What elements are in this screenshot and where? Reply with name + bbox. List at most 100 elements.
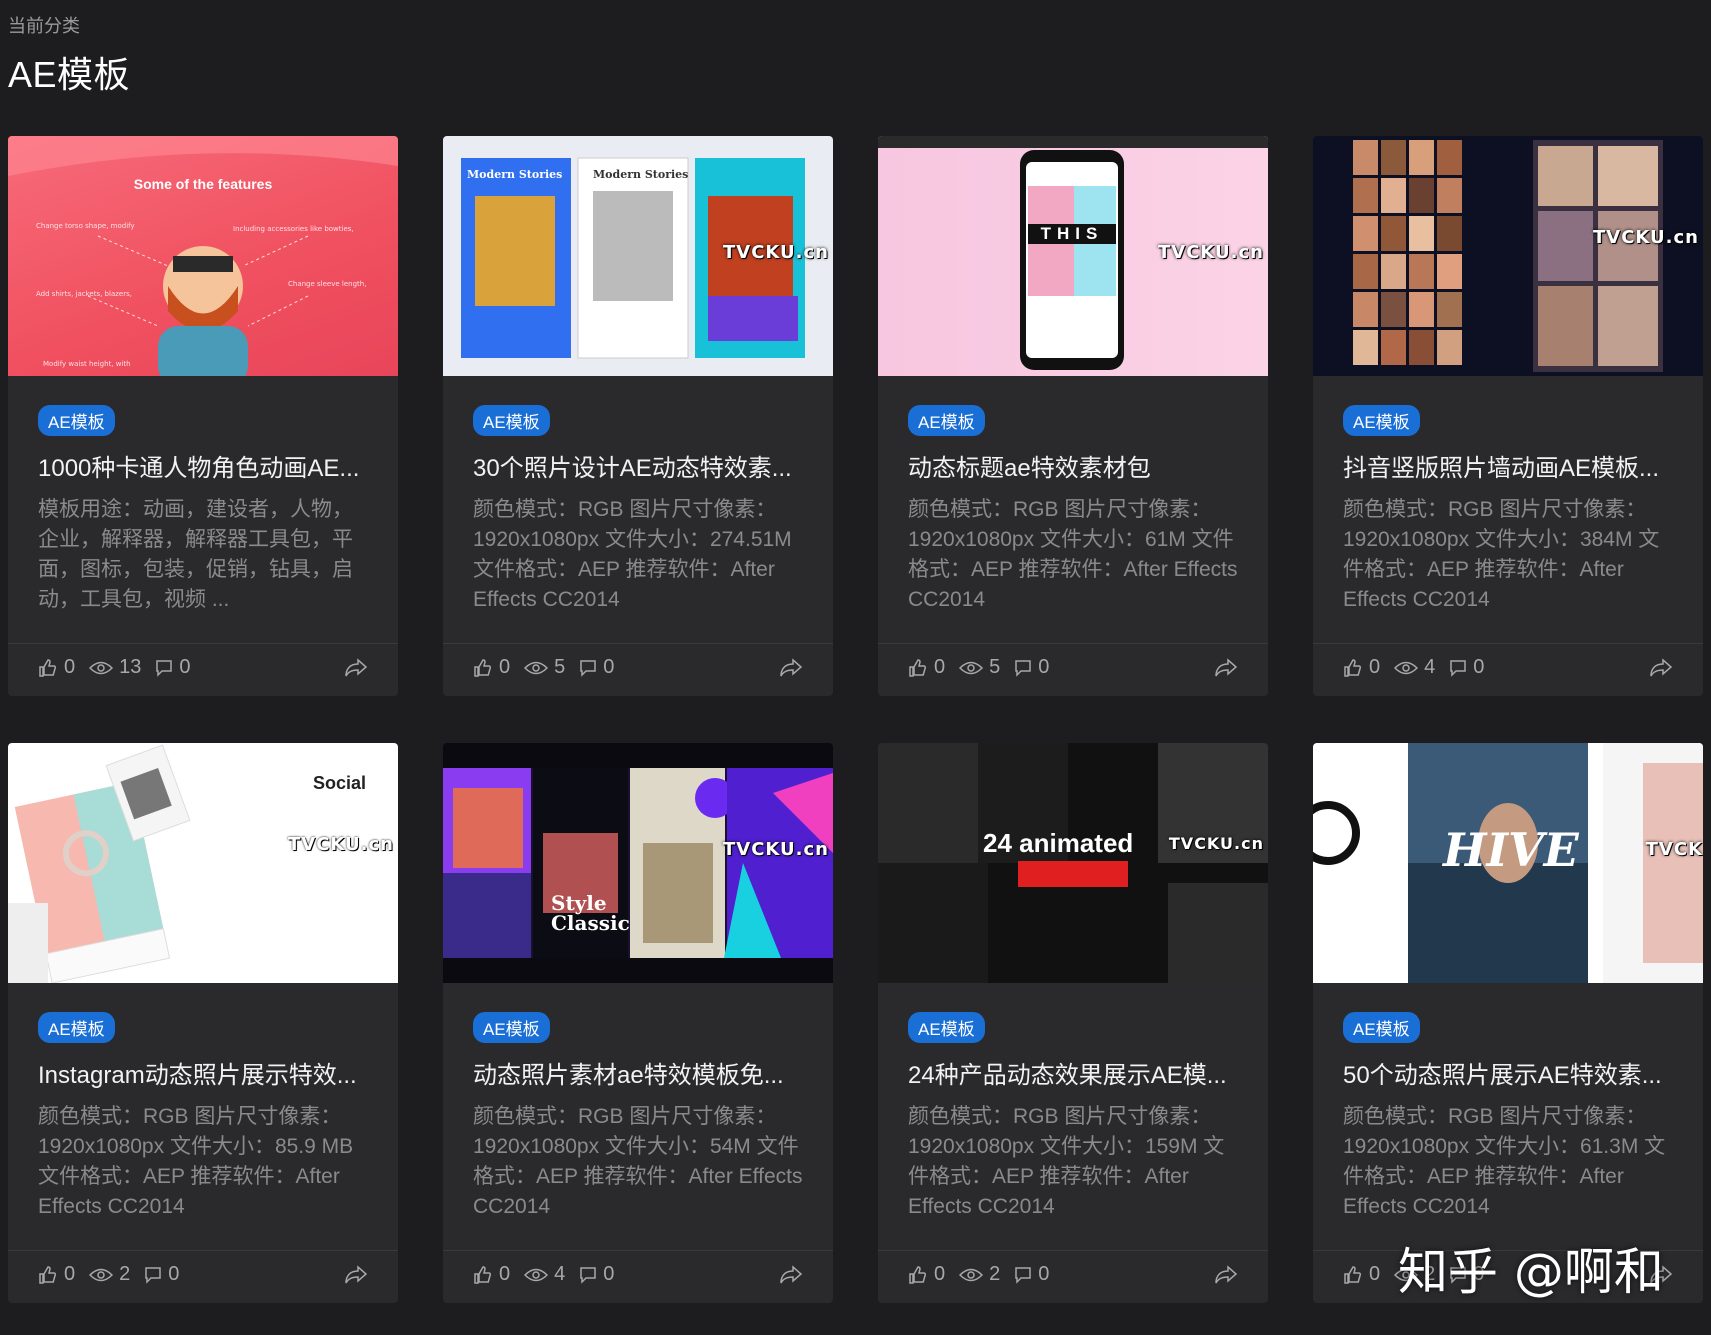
template-card[interactable]: Style Classic TVCKU.cn AE模板 动态照片素材ae特效模板… [443, 743, 833, 1303]
view-count: 4 [554, 1263, 566, 1285]
card-thumbnail[interactable]: HIVE TVCK [1313, 743, 1703, 983]
card-title[interactable]: 动态标题ae特效素材包 [908, 448, 1238, 483]
card-stats: 0 4 0 [1343, 656, 1673, 679]
template-card[interactable]: Change torso shape, modify Add shirts, j… [8, 136, 398, 696]
card-description: 颜色模式：RGB 图片尺寸像素：1920x1080px 文件大小：274.51M… [473, 498, 792, 611]
eye-icon [1394, 661, 1419, 674]
page-title: AE模板 [8, 54, 131, 95]
eye-icon [89, 1268, 114, 1281]
comment-button[interactable]: 0 [1449, 656, 1484, 679]
view-stat: 5 [524, 656, 565, 679]
card-title[interactable]: 抖音竖版照片墙动画AE模板... [1343, 448, 1673, 483]
share-icon [1650, 657, 1673, 676]
watermark: TVCKU.cn [1593, 227, 1699, 249]
category-badge[interactable]: AE模板 [473, 1012, 550, 1043]
breadcrumb-label: 当前分类 [8, 16, 80, 36]
eye-icon [959, 661, 984, 674]
comment-button[interactable]: 0 [155, 656, 191, 679]
thumbs-up-icon [39, 1265, 57, 1284]
card-thumbnail[interactable]: THIS TVCKU.cn [878, 136, 1268, 376]
view-stat: 4 [1394, 656, 1435, 679]
like-button[interactable]: 0 [1343, 656, 1380, 679]
card-stats: 0 13 0 [38, 656, 368, 679]
view-count: 2 [989, 1263, 1001, 1285]
card-title[interactable]: 50个动态照片展示AE特效素... [1343, 1055, 1673, 1090]
like-count: 0 [499, 1263, 511, 1285]
comment-button[interactable]: 0 [579, 1263, 614, 1286]
comment-count: 0 [603, 656, 615, 678]
comment-button[interactable]: 0 [1014, 1263, 1049, 1286]
card-thumbnail[interactable]: TVCKU.cn [1313, 136, 1703, 376]
category-badge[interactable]: AE模板 [473, 405, 550, 436]
card-title[interactable]: 24种产品动态效果展示AE模... [908, 1055, 1238, 1090]
like-button[interactable]: 0 [38, 1263, 75, 1286]
category-badge[interactable]: AE模板 [1343, 405, 1420, 436]
share-button[interactable] [1649, 657, 1673, 678]
like-button[interactable]: 0 [1343, 1263, 1380, 1286]
comment-icon [580, 659, 596, 677]
share-button[interactable] [344, 1264, 368, 1285]
thumbnail-caption: THIS [1028, 224, 1116, 244]
thumbnail-caption: Social [312, 773, 366, 793]
comment-count: 0 [1038, 656, 1050, 678]
card-thumbnail[interactable]: Change torso shape, modify Add shirts, j… [8, 136, 398, 376]
card-title[interactable]: 30个照片设计AE动态特效素... [473, 448, 803, 483]
share-button[interactable] [779, 1264, 803, 1285]
category-badge[interactable]: AE模板 [908, 405, 985, 436]
card-stats: 0 5 0 [908, 656, 1238, 679]
like-button[interactable]: 0 [473, 1263, 510, 1286]
svg-text:Change torso shape, modify: Change torso shape, modify [36, 222, 135, 230]
page: 当前分类 AE模板 Change torso shape, modify Add… [0, 0, 1711, 1335]
category-badge[interactable]: AE模板 [908, 1012, 985, 1043]
comment-icon [580, 1266, 596, 1284]
share-icon [1215, 1264, 1238, 1283]
share-button[interactable] [779, 657, 803, 678]
like-button[interactable]: 0 [908, 1263, 945, 1286]
view-count: 4 [1424, 656, 1436, 678]
card-title[interactable]: 动态照片素材ae特效模板免... [473, 1055, 803, 1090]
watermark: TVCKU.cn [723, 839, 829, 860]
card-divider [878, 643, 1268, 644]
share-button[interactable] [344, 657, 368, 678]
thumbnail-illustration: Change torso shape, modify Add shirts, j… [8, 136, 398, 376]
thumbs-up-icon [1344, 658, 1362, 677]
card-thumbnail[interactable]: Style Classic TVCKU.cn [443, 743, 833, 983]
template-card[interactable]: Modern Stories Modern Stories TVCKU.cn A… [443, 136, 833, 696]
like-button[interactable]: 0 [38, 656, 75, 679]
template-card[interactable]: HIVE TVCK AE模板 50个动态照片展示AE特效素... 颜色模式：RG… [1313, 743, 1703, 1303]
category-badge[interactable]: AE模板 [38, 1012, 115, 1043]
comment-button[interactable]: 0 [144, 1263, 179, 1286]
thumbnail-caption: Some of the features [133, 176, 273, 192]
category-badge[interactable]: AE模板 [1343, 1012, 1420, 1043]
svg-text:Including accessories like bow: Including accessories like bowties, [233, 225, 354, 233]
like-count: 0 [64, 1263, 76, 1285]
comment-icon [1015, 1266, 1031, 1284]
card-title[interactable]: 1000种卡通人物角色动画AE... [38, 448, 368, 483]
template-card[interactable]: TVCKU.cn AE模板 抖音竖版照片墙动画AE模板... 颜色模式：RGB … [1313, 136, 1703, 696]
card-thumbnail[interactable]: 24 animated TVCKU.cn [878, 743, 1268, 983]
share-button[interactable] [1214, 657, 1238, 678]
template-card[interactable]: Social TVCKU.cn AE模板 Instagram动态照片展示特效..… [8, 743, 398, 1303]
view-stat: 13 [89, 656, 141, 679]
card-divider [1313, 643, 1703, 644]
thumbnail-illustration [1353, 140, 1663, 372]
category-badge[interactable]: AE模板 [38, 405, 115, 436]
template-card[interactable]: THIS TVCKU.cn AE模板 动态标题ae特效素材包 颜色模式：RGB … [878, 136, 1268, 696]
card-thumbnail[interactable]: Social TVCKU.cn [8, 743, 398, 983]
view-count: 13 [119, 656, 142, 678]
eye-icon [524, 661, 549, 674]
comment-button[interactable]: 0 [1014, 656, 1049, 679]
template-card[interactable]: 24 animated TVCKU.cn AE模板 24种产品动态效果展示AE模… [878, 743, 1268, 1303]
zhihu-watermark: 知乎 @啊和 [1398, 1243, 1664, 1301]
watermark: TVCKU.cn [1168, 834, 1264, 854]
comment-count: 0 [1038, 1263, 1050, 1285]
like-button[interactable]: 0 [473, 656, 510, 679]
card-title[interactable]: Instagram动态照片展示特效... [38, 1055, 368, 1090]
like-button[interactable]: 0 [908, 656, 945, 679]
eye-icon [959, 1268, 984, 1281]
card-divider [443, 1250, 833, 1251]
comment-button[interactable]: 0 [579, 656, 614, 679]
share-button[interactable] [1214, 1264, 1238, 1285]
share-icon [1215, 657, 1238, 676]
card-thumbnail[interactable]: Modern Stories Modern Stories TVCKU.cn [443, 136, 833, 376]
